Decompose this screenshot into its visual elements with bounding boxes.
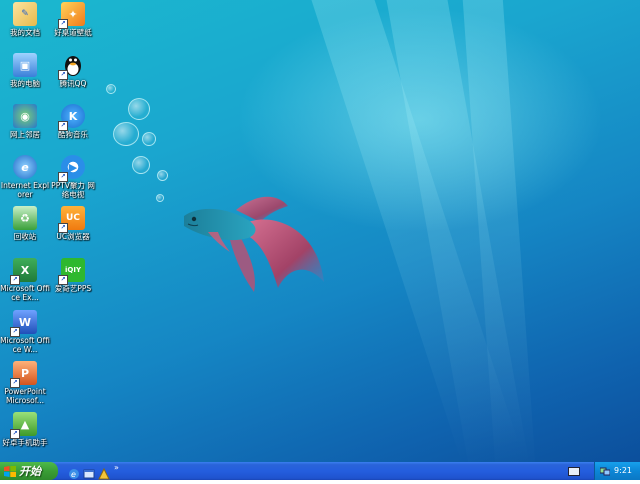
icon-label: PowerPoint Microsof... [4, 387, 46, 405]
desktop-icon-kugou-music[interactable]: K ↗ 酷狗音乐 [48, 104, 98, 140]
uc-browser-icon: UC ↗ [58, 206, 85, 233]
desktop-icon-qq[interactable]: ↗ 腾讯QQ [48, 53, 98, 89]
desktop-icon-recycle-bin[interactable]: ♻ 回收站 [0, 206, 50, 242]
desktop-icon-wallpaper-app[interactable]: ✦ ↗ 好桌道壁纸 [48, 2, 98, 38]
start-label: 开始 [19, 465, 41, 478]
icon-label: 网上邻居 [10, 130, 40, 139]
system-tray: 9:21 [594, 462, 640, 480]
desktop-icon-my-computer[interactable]: ▣ 我的电脑 [0, 53, 50, 89]
icon-label: Microsoft Office W... [0, 336, 50, 354]
clock[interactable]: 9:21 [614, 466, 632, 475]
start-button[interactable]: 开始 [0, 462, 58, 480]
desktop-icon-excel[interactable]: X ↗ Microsoft Office Ex... [0, 258, 50, 302]
quick-launch-internet-explorer-icon[interactable]: e [68, 465, 80, 479]
desktop-icon-powerpoint[interactable]: P ↗ PowerPoint Microsof... [0, 361, 50, 405]
qq-icon: ↗ [58, 53, 85, 80]
svg-text:e: e [71, 470, 76, 479]
bubble [106, 84, 116, 94]
wallpaper-app-icon: ✦ ↗ [58, 2, 85, 29]
network-status-icon[interactable] [600, 466, 610, 476]
icon-label: 我的文档 [10, 28, 40, 37]
desktop-icon-uc-browser[interactable]: UC ↗ UC浏览器 [48, 206, 98, 242]
shortcut-arrow-icon: ↗ [58, 19, 68, 29]
bubble [132, 156, 150, 174]
recycle-bin-icon: ♻ [13, 206, 37, 230]
bubble [128, 98, 150, 120]
quick-launch-media-icon[interactable] [98, 465, 110, 480]
desktop-icon-internet-explorer[interactable]: e Internet Explorer [0, 155, 50, 199]
shortcut-arrow-icon: ↗ [58, 172, 68, 182]
betta-fish-image [184, 196, 324, 292]
desktop-icon-pptv[interactable]: ▶ ↗ PPTV聚力 网络电视 [48, 155, 98, 199]
bubble [156, 194, 164, 202]
desktop-icon-my-documents[interactable]: ✎ 我的文档 [0, 2, 50, 38]
desktop-icon-phone-assistant[interactable]: ▲ ↗ 好卓手机助手 [0, 412, 50, 448]
desktop-icon-iqiyi-pps[interactable]: iQIY ↗ 爱奇艺PPS [48, 258, 98, 294]
icon-label: 好卓手机助手 [2, 438, 48, 447]
taskbar: 开始 e » 9:21 [0, 462, 640, 480]
icon-label: 酷狗音乐 [58, 130, 88, 139]
icon-label: PPTV聚力 网络电视 [51, 181, 95, 199]
excel-icon: X ↗ [10, 258, 37, 285]
network-places-icon: ◉ [13, 104, 37, 128]
keyboard-indicator-icon[interactable] [568, 467, 580, 476]
desktop: ✎ 我的文档 ▣ 我的电脑 ◉ 网上邻居 e Internet Explorer… [0, 0, 640, 462]
desktop-icon-network-places[interactable]: ◉ 网上邻居 [0, 104, 50, 140]
powerpoint-icon: P ↗ [10, 361, 37, 388]
shortcut-arrow-icon: ↗ [10, 429, 20, 439]
quick-launch-overflow-chevron[interactable]: » [114, 463, 119, 472]
shortcut-arrow-icon: ↗ [58, 70, 68, 80]
icon-label: 好桌道壁纸 [54, 28, 92, 37]
iqiyi-pps-icon: iQIY ↗ [58, 258, 85, 285]
bubble [142, 132, 156, 146]
shortcut-arrow-icon: ↗ [58, 223, 68, 233]
my-computer-icon: ▣ [13, 53, 37, 77]
icon-label: 爱奇艺PPS [54, 284, 92, 293]
bubble [157, 170, 168, 181]
shortcut-arrow-icon: ↗ [58, 121, 68, 131]
shortcut-arrow-icon: ↗ [10, 327, 20, 337]
internet-explorer-icon: e [13, 155, 37, 179]
bubble [113, 122, 139, 146]
icon-label: 腾讯QQ [59, 79, 87, 88]
my-documents-icon: ✎ [13, 2, 37, 26]
desktop-icon-word[interactable]: W ↗ Microsoft Office W... [0, 310, 50, 354]
shortcut-arrow-icon: ↗ [10, 275, 20, 285]
windows-logo-icon [4, 465, 16, 477]
icon-label: 回收站 [13, 232, 37, 241]
word-icon: W ↗ [10, 310, 37, 337]
icon-label: Microsoft Office Ex... [0, 284, 50, 302]
icon-label: UC浏览器 [56, 232, 90, 241]
icon-label: Internet Explorer [0, 181, 50, 199]
kugou-music-icon: K ↗ [58, 104, 85, 131]
quick-launch-show-desktop-icon[interactable] [83, 465, 95, 479]
shortcut-arrow-icon: ↗ [58, 275, 68, 285]
phone-assistant-icon: ▲ ↗ [10, 412, 37, 439]
pptv-icon: ▶ ↗ [58, 155, 85, 182]
shortcut-arrow-icon: ↗ [10, 378, 20, 388]
icon-label: 我的电脑 [10, 79, 40, 88]
